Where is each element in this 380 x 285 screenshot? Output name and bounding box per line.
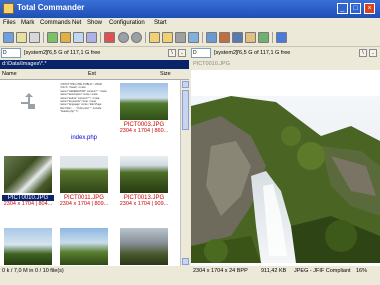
- menu-start[interactable]: Start: [154, 20, 167, 26]
- tools-icon[interactable]: [219, 32, 230, 43]
- column-size[interactable]: Size: [160, 71, 171, 77]
- pack-icon[interactable]: [104, 32, 115, 43]
- window-title: Total Commander: [17, 3, 85, 12]
- ftp-icon[interactable]: [175, 32, 186, 43]
- menu-net[interactable]: Net: [72, 20, 81, 26]
- image-thumbnail: [120, 228, 168, 265]
- binoculars-icon[interactable]: [232, 32, 243, 43]
- file-meta: 2304 x 1704 | 804...: [3, 201, 53, 207]
- archive-icon[interactable]: [60, 32, 71, 43]
- image-thumbnail: [4, 228, 52, 265]
- folder-icon[interactable]: [149, 32, 160, 43]
- list-item[interactable]: <!DOCTYPE HTML PUBLIC "-//W3C <html> <he…: [58, 83, 110, 141]
- menu-files[interactable]: Files: [3, 20, 16, 26]
- menu-bar: Files Mark Commands Net Show Configurati…: [0, 18, 380, 29]
- image-thumbnail: [4, 156, 52, 193]
- title-bar: Total Commander _ □ ×: [0, 0, 380, 18]
- left-drive-bar: D [system2] 76,5 G of 117,1 G free \ ..: [0, 47, 189, 60]
- image-thumbnail: [120, 83, 168, 120]
- list-item[interactable]: [2, 83, 54, 120]
- left-drive-combo[interactable]: D: [1, 48, 21, 58]
- image-thumbnail: [60, 228, 108, 265]
- image-dimensions: 2304 x 1704 x 24 BPP: [193, 268, 248, 274]
- image-format: JPEG - JFIF Compliant: [294, 268, 351, 274]
- back-icon[interactable]: [118, 32, 129, 43]
- compare-icon[interactable]: [258, 32, 269, 43]
- left-up-button[interactable]: ..: [178, 49, 186, 57]
- text-preview: <!DOCTYPE HTML PUBLIC "-//W3C <html> <he…: [60, 83, 107, 114]
- new-folder-icon[interactable]: [162, 32, 173, 43]
- right-root-button[interactable]: \: [359, 49, 367, 57]
- menu-show[interactable]: Show: [87, 20, 102, 26]
- command-line-area[interactable]: [0, 276, 380, 285]
- scroll-down-arrow[interactable]: [182, 258, 189, 265]
- network-icon[interactable]: [206, 32, 217, 43]
- app-icon: [3, 3, 14, 14]
- left-file-panel[interactable]: <!DOCTYPE HTML PUBLIC "-//W3C <html> <he…: [0, 80, 180, 266]
- right-path-bar[interactable]: PICT0010.JPG: [191, 60, 380, 69]
- brief-view-icon[interactable]: [16, 32, 27, 43]
- right-drive-bar: D [system2] 76,5 G of 117,1 G free \ ..: [191, 47, 380, 60]
- image-viewer-icon[interactable]: [73, 32, 84, 43]
- left-column-header: Name Ext Size: [0, 70, 189, 80]
- list-item[interactable]: [2, 228, 54, 265]
- maximize-button[interactable]: □: [350, 3, 361, 14]
- zoom-level: 16%: [356, 268, 368, 274]
- file-name: index.php: [70, 135, 98, 141]
- close-button[interactable]: ×: [364, 3, 375, 14]
- image-filesize: 911,42 KB: [261, 268, 287, 274]
- list-item[interactable]: [58, 228, 110, 265]
- image-thumbnail: [120, 156, 168, 193]
- file-meta: 2304 x 1704 | 909...: [119, 201, 169, 207]
- left-drive-label: [system2]: [24, 50, 48, 56]
- right-drive-combo[interactable]: D: [191, 48, 211, 58]
- toolbar-separator: [100, 32, 101, 43]
- menu-mark[interactable]: Mark: [21, 20, 34, 26]
- list-item[interactable]: PICT0013.JPG 2304 x 1704 | 909...: [118, 156, 170, 207]
- left-path-bar[interactable]: d:\Data\Images\*.*: [0, 60, 189, 69]
- toolbar-separator: [145, 32, 146, 43]
- toolbar: [0, 29, 380, 47]
- rename-icon[interactable]: [245, 32, 256, 43]
- list-item[interactable]: PICT0003.JPG 2304 x 1704 | 860...: [118, 83, 170, 134]
- list-item[interactable]: [118, 228, 170, 265]
- column-ext[interactable]: Ext: [88, 71, 96, 77]
- list-item[interactable]: PICT0011.JPG 2304 x 1704 | 809...: [58, 156, 110, 207]
- waterfall-image: [191, 96, 380, 263]
- image-viewer-panel[interactable]: [191, 70, 380, 266]
- left-drive-info: 76,5 G of 117,1 G free: [46, 50, 101, 56]
- file-meta: 2304 x 1704 | 809...: [59, 201, 109, 207]
- sync-icon[interactable]: [86, 32, 97, 43]
- refresh-icon[interactable]: [3, 32, 14, 43]
- scroll-up-arrow[interactable]: [182, 81, 189, 88]
- full-view-icon[interactable]: [29, 32, 40, 43]
- right-status-bar: 2304 x 1704 x 24 BPP 911,42 KB JPEG - JF…: [191, 266, 380, 276]
- menu-commands[interactable]: Commands: [40, 20, 71, 26]
- list-item[interactable]: PICT0010.JPG 2304 x 1704 | 804...: [2, 156, 54, 207]
- image-thumbnail: [60, 156, 108, 193]
- find-icon[interactable]: [188, 32, 199, 43]
- folder-up-icon: [4, 83, 52, 120]
- file-meta: 2304 x 1704 | 860...: [119, 128, 169, 134]
- toolbar-separator: [202, 32, 203, 43]
- toolbar-separator: [43, 32, 44, 43]
- left-status-bar: 0 k / 7,0 M in 0 / 10 file(s): [0, 266, 189, 276]
- left-scrollbar[interactable]: [180, 80, 190, 266]
- forward-icon[interactable]: [131, 32, 142, 43]
- toolbar-separator: [272, 32, 273, 43]
- right-drive-info: 76,5 G of 117,1 G free: [236, 50, 291, 56]
- menu-configuration[interactable]: Configuration: [109, 20, 145, 26]
- scroll-thumb[interactable]: [182, 90, 189, 130]
- column-name[interactable]: Name: [2, 71, 17, 77]
- minimize-button[interactable]: _: [337, 3, 348, 14]
- left-root-button[interactable]: \: [168, 49, 176, 57]
- right-drive-label: [system2]: [214, 50, 238, 56]
- help-icon[interactable]: [276, 32, 287, 43]
- right-up-button[interactable]: ..: [369, 49, 377, 57]
- select-icon[interactable]: [47, 32, 58, 43]
